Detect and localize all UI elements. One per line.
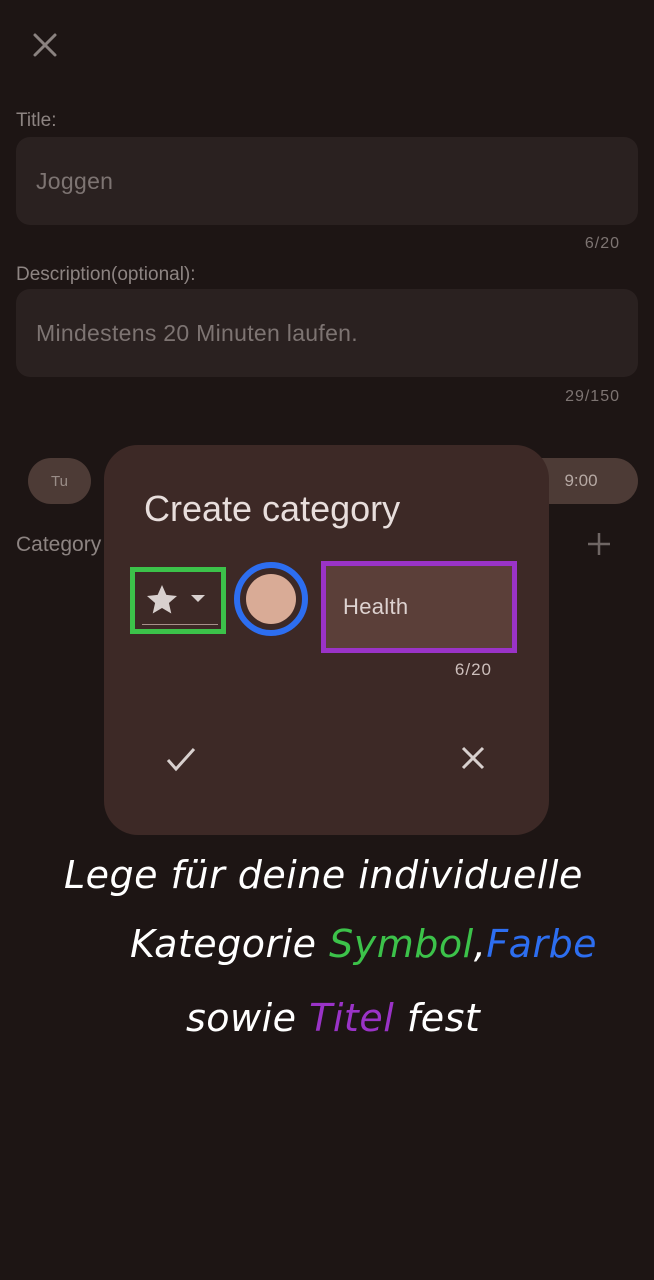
color-highlight [234,562,308,636]
annotation-titel: Titel [309,996,395,1040]
annotation-line-3: sowie Titel fest [186,996,481,1040]
title-highlight [321,561,517,653]
category-label: Category [16,533,102,556]
day-chip-tu[interactable]: Tu [28,458,91,504]
description-label: Description(optional): [16,264,196,285]
annotation-line-2: Kategorie Symbol,Farbe [130,922,598,966]
category-name-counter: 6/20 [454,660,492,679]
annotation-farbe: Farbe [486,922,598,966]
cancel-close-icon[interactable] [458,743,488,773]
description-field[interactable]: Mindestens 20 Minuten laufen. [16,289,638,377]
title-label: Title: [16,110,57,131]
annotation-symbol: Symbol [329,922,474,966]
close-icon[interactable] [28,28,62,62]
title-counter: 6/20 [584,235,620,252]
symbol-highlight [130,567,226,634]
time-value: 9:00 [564,471,598,490]
title-value: Joggen [36,167,114,194]
description-value: Mindestens 20 Minuten laufen. [36,319,358,346]
title-field[interactable]: Joggen [16,137,638,225]
confirm-check-icon[interactable] [164,744,198,774]
description-counter: 29/150 [565,388,620,405]
add-icon[interactable] [586,531,612,557]
annotation-line-1: Lege für deine individuelle [64,853,583,897]
dialog-title: Create category [144,488,401,529]
